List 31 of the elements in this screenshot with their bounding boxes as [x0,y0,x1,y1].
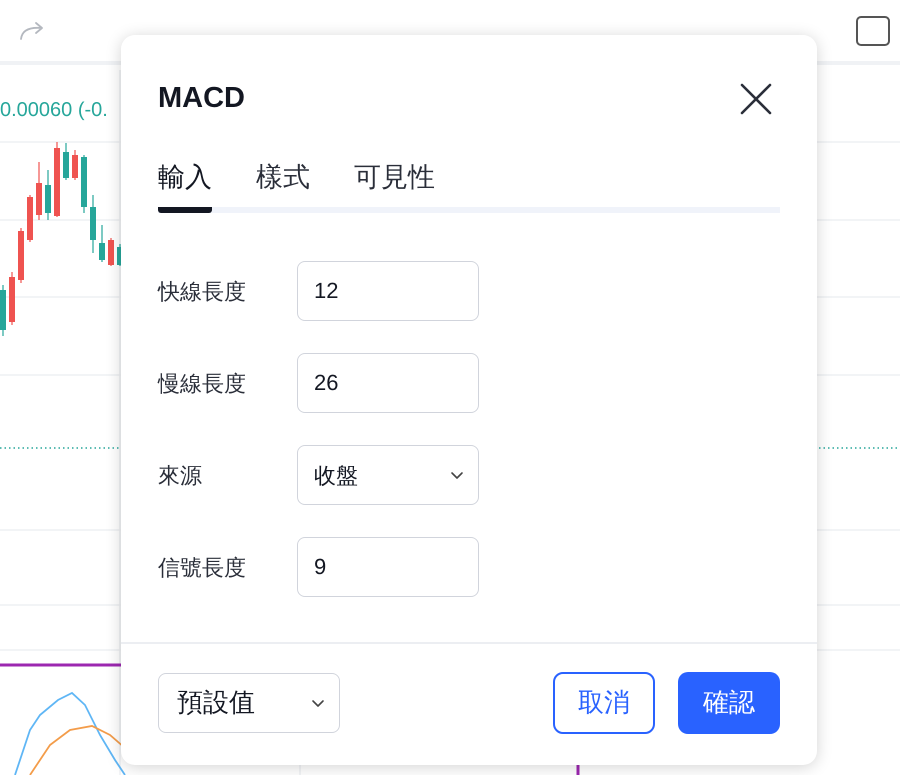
candlestick [9,272,15,325]
candlestick [0,285,6,336]
field-label: 信號長度 [158,554,247,582]
field-label: 來源 [158,462,203,490]
histogram-bar [576,762,580,775]
dialog-title: MACD [158,81,245,116]
field-label: 慢線長度 [158,370,247,398]
candlestick [108,238,114,266]
confirm-button[interactable]: 確認 [678,672,780,734]
field-label: 快線長度 [158,278,247,306]
source-dropdown[interactable]: 收盤 [297,445,479,505]
input-field[interactable]: 12 [297,261,479,321]
candlestick [90,195,96,253]
tab[interactable]: 輸入 [158,156,212,213]
tab[interactable]: 樣式 [256,156,310,213]
input-field[interactable]: 9 [297,537,479,597]
price-change-text: 0.00060 (-0. [0,98,108,123]
candlestick [72,150,78,180]
candlestick [63,143,69,180]
tab[interactable]: 可見性 [354,156,435,213]
cancel-button[interactable]: 取消 [553,672,655,734]
candlestick [81,155,87,213]
square-icon[interactable] [856,16,890,46]
candlestick [27,195,33,242]
candlestick [99,225,105,262]
candlestick [45,170,51,220]
close-icon[interactable] [739,82,773,116]
candlestick [36,162,42,220]
preset-dropdown[interactable]: 預設值 [158,672,340,732]
input-field[interactable]: 26 [297,353,479,413]
candlestick [18,228,24,283]
